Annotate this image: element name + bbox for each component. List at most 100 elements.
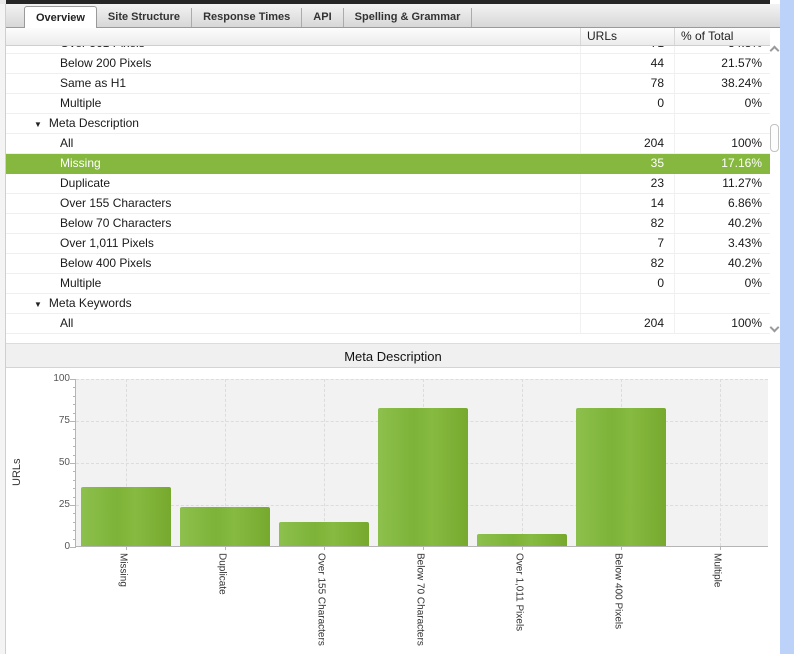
scrollbar-thumb[interactable] (770, 124, 779, 152)
y-tick-mark (73, 530, 76, 531)
table-row[interactable]: Below 200 Pixels4421.57% (6, 54, 770, 74)
pct-column-header: % of Total (674, 28, 770, 45)
row-label-cell: Over 155 Characters (6, 194, 580, 213)
table-row[interactable]: All 204100% (6, 134, 770, 154)
row-urls-value (580, 294, 674, 313)
table-row[interactable]: ▼ Meta Keywords (6, 294, 770, 314)
row-label-cell: All (6, 314, 580, 333)
row-label-cell: Over 561 Pixels (6, 46, 580, 53)
table-row[interactable]: ▼Meta Description (6, 114, 770, 134)
collapse-triangle-icon[interactable]: ▼ (34, 115, 42, 133)
y-tick-label: 50 (34, 457, 70, 468)
y-axis-label: URLs (9, 417, 25, 527)
x-tick-mark (423, 546, 424, 550)
y-tick-mark (73, 438, 76, 439)
x-axis-category-label: Below 70 Characters (415, 553, 426, 646)
row-label: Duplicate (60, 176, 110, 190)
row-urls-value: 14 (580, 194, 674, 213)
bar-over-155-characters (279, 522, 369, 546)
y-tick-mark (73, 497, 76, 498)
row-urls-value (580, 114, 674, 133)
y-tick-mark (73, 480, 76, 481)
row-label: Meta Keywords (49, 296, 132, 310)
table-row[interactable]: Multiple00% (6, 94, 770, 114)
x-tick-mark (324, 546, 325, 550)
row-urls-value: 78 (580, 74, 674, 93)
row-pct-value: 40.2% (674, 254, 770, 273)
y-tick-mark (73, 513, 76, 514)
collapse-triangle-icon[interactable]: ▼ (34, 295, 42, 313)
row-urls-value: 204 (580, 134, 674, 153)
bar-duplicate (180, 507, 270, 546)
y-tick-mark (73, 404, 76, 405)
row-pct-value (674, 294, 770, 313)
x-tick-mark (225, 546, 226, 550)
bar-below-70-characters (378, 408, 468, 546)
gridline (522, 379, 523, 546)
table-row[interactable]: Below 70 Characters 8240.2% (6, 214, 770, 234)
row-label: Over 1,011 Pixels (60, 236, 154, 250)
table-row[interactable]: Over 1,011 Pixels 73.43% (6, 234, 770, 254)
y-tick-label: 100 (34, 373, 70, 384)
row-label: Over 155 Characters (60, 196, 171, 210)
table-header-row: URLs % of Total (6, 28, 770, 46)
y-tick-mark (73, 396, 76, 397)
y-tick-mark (70, 505, 76, 506)
row-urls-value: 82 (580, 214, 674, 233)
table-row[interactable]: Same as H17838.24% (6, 74, 770, 94)
row-label-cell: Missing (6, 154, 580, 173)
y-tick-mark (70, 421, 76, 422)
table-row[interactable]: All204100% (6, 314, 770, 334)
table-row[interactable]: Duplicate 2311.27% (6, 174, 770, 194)
table-row[interactable]: Below 400 Pixels8240.2% (6, 254, 770, 274)
row-pct-value: 40.2% (674, 214, 770, 233)
row-urls-value: 23 (580, 174, 674, 193)
y-axis-ticks: 0255075100 (34, 379, 70, 547)
row-label-cell: Below 400 Pixels (6, 254, 580, 273)
row-urls-value: 0 (580, 274, 674, 293)
tab-spelling-grammar[interactable]: Spelling & Grammar (344, 8, 473, 27)
x-axis-labels: MissingDuplicateOver 155 CharactersBelow… (75, 553, 768, 654)
gridline (324, 379, 325, 546)
chart-title: Meta Description (6, 343, 780, 368)
bar-below-400-pixels (576, 408, 666, 546)
row-pct-value: 100% (674, 134, 770, 153)
row-pct-value: 6.86% (674, 194, 770, 213)
row-label-cell: Multiple (6, 94, 580, 113)
tab-api[interactable]: API (302, 8, 343, 27)
row-pct-value: 38.24% (674, 74, 770, 93)
y-tick-mark (73, 387, 76, 388)
table-row[interactable]: Missing3517.16% (6, 154, 770, 174)
y-tick-mark (73, 413, 76, 414)
row-label: Below 70 Characters (60, 216, 171, 230)
x-axis-category-label: Over 1,011 Pixels (514, 553, 525, 631)
row-pct-value: 3.43% (674, 234, 770, 253)
row-label-cell: Below 200 Pixels (6, 54, 580, 73)
y-tick-mark (73, 471, 76, 472)
x-tick-mark (621, 546, 622, 550)
row-label-cell: Duplicate (6, 174, 580, 193)
row-pct-value: 21.57% (674, 54, 770, 73)
row-label-cell: All (6, 134, 580, 153)
y-tick-mark (73, 488, 76, 489)
y-tick-mark (73, 539, 76, 540)
table-row[interactable]: Multiple00% (6, 274, 770, 294)
x-tick-mark (720, 546, 721, 550)
y-tick-mark (70, 463, 76, 464)
y-tick-mark (73, 522, 76, 523)
row-label: All (60, 316, 73, 330)
table-row[interactable]: Over 155 Characters 146.86% (6, 194, 770, 214)
clipped-row: Over 561 Pixels7134.8% (6, 46, 770, 54)
table-row[interactable]: Over 561 Pixels7134.8% (6, 46, 770, 54)
row-label: Multiple (60, 276, 101, 290)
tab-response-times[interactable]: Response Times (192, 8, 302, 27)
table-body: Over 561 Pixels7134.8%Below 200 Pixels44… (6, 46, 770, 334)
row-label: All (60, 136, 73, 150)
tab-site-structure[interactable]: Site Structure (97, 8, 192, 27)
tab-overview[interactable]: Overview (24, 6, 97, 28)
row-urls-value: 7 (580, 234, 674, 253)
row-urls-value: 35 (580, 154, 674, 173)
row-pct-value: 11.27% (674, 174, 770, 193)
x-axis-category-label: Multiple (712, 553, 723, 587)
row-label-cell: ▼Meta Description (6, 114, 580, 133)
